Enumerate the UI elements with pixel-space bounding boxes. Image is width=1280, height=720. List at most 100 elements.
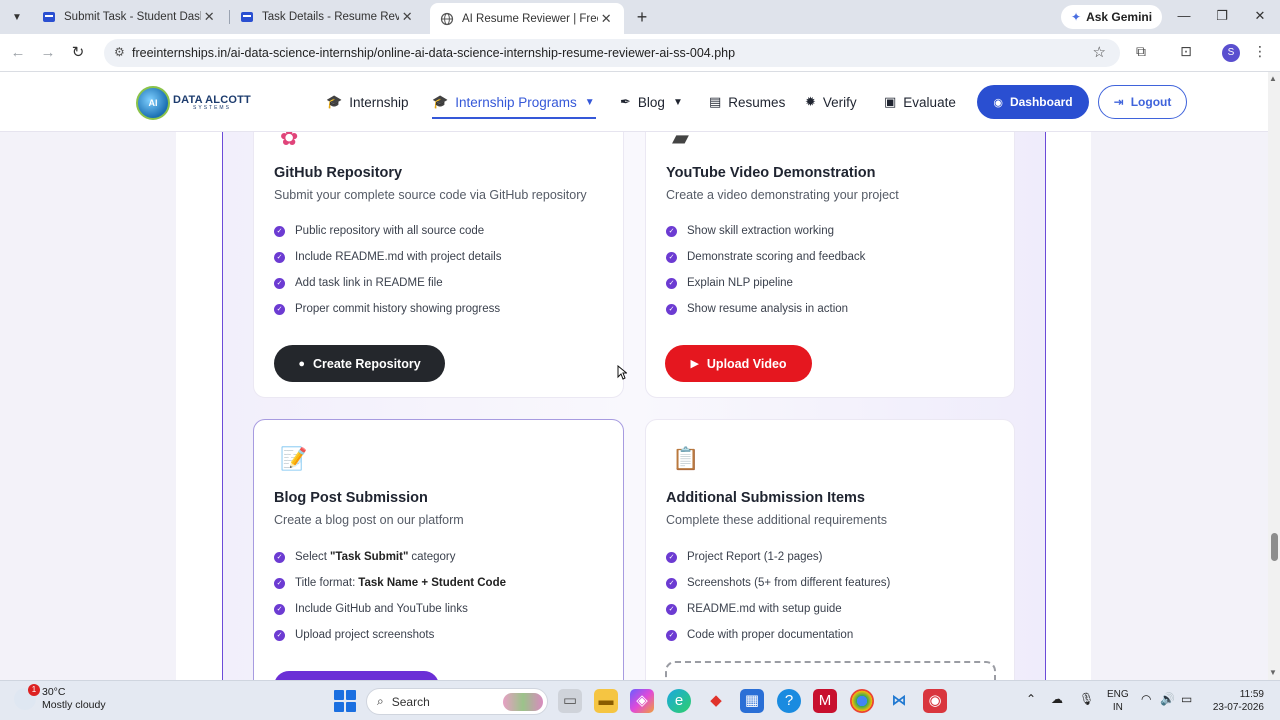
close-window-icon[interactable]: ✕ xyxy=(1250,8,1270,24)
gemini-sparkle-icon: ✦ xyxy=(1071,10,1082,24)
more-menu-icon[interactable]: ⋮ xyxy=(1250,43,1270,60)
extensions-icon[interactable]: ⧉ xyxy=(1131,43,1151,60)
list-item-text: category xyxy=(411,551,456,563)
dashboard-button[interactable]: ◉ Dashboard xyxy=(977,85,1089,119)
list-item: ✓ Project Report (1-2 pages) xyxy=(666,544,890,570)
restore-icon[interactable]: ❐ xyxy=(1212,8,1232,24)
list-item-text: Title format: xyxy=(295,577,356,589)
nav-resumes[interactable]: ▤ Resumes xyxy=(709,94,785,110)
scroll-down-arrow-icon[interactable]: ▼ xyxy=(1269,668,1277,677)
show-hidden-icons-chevron-icon[interactable]: ⌃ xyxy=(1026,692,1036,706)
battery-icon[interactable]: ▭ xyxy=(1181,692,1192,706)
list-item-text: Demonstrate scoring and feedback xyxy=(687,251,866,263)
reload-icon[interactable]: ↻ xyxy=(68,43,88,63)
requirements-list: ✓ Select "Task Submit" category ✓ Title form… xyxy=(274,544,509,648)
site-logo[interactable]: AI DATA ALCOTT SYSTEMS xyxy=(136,86,251,120)
nav-internship[interactable]: 🎓 Internship xyxy=(326,94,408,110)
list-item-text: Show resume analysis in action xyxy=(687,303,849,315)
check-circle-icon: ✓ xyxy=(274,629,285,641)
blog-post-card: 📝 Blog Post Submission Create a blog pos… xyxy=(253,419,624,680)
tab-label: AI Resume Reviewer | Free Online xyxy=(462,12,598,25)
edge-browser-icon[interactable]: e xyxy=(667,689,691,713)
page-content: ✿ GitHub Repository Submit your complete… xyxy=(0,132,1268,680)
upload-dropzone[interactable] xyxy=(665,661,996,680)
check-circle-icon: ✓ xyxy=(666,577,677,589)
card-description: Create a video demonstrating your projec… xyxy=(666,188,899,202)
scrollbar-thumb[interactable] xyxy=(1271,533,1278,561)
scroll-up-arrow-icon[interactable]: ▲ xyxy=(1269,74,1277,83)
ask-gemini-button[interactable]: ✦ Ask Gemini xyxy=(1061,5,1163,29)
page-scrollbar[interactable] xyxy=(1268,72,1280,680)
copilot-icon[interactable]: ◈ xyxy=(630,689,654,713)
minimize-icon[interactable]: — xyxy=(1174,8,1194,23)
list-item-text: Code with proper documentation xyxy=(687,629,854,641)
list-item-text: Screenshots (5+ from different features) xyxy=(687,577,891,589)
logout-button[interactable]: ⇥ Logout xyxy=(1098,85,1187,119)
upload-video-button[interactable]: ▶ Upload Video xyxy=(665,345,812,382)
nav-internship-programs[interactable]: 🎓 Internship Programs ▼ xyxy=(432,94,595,110)
nav-evaluate[interactable]: ▣ Evaluate xyxy=(884,94,956,110)
list-item-text: Select xyxy=(295,551,327,563)
list-item-text: Public repository with all source code xyxy=(295,225,485,237)
tab-submit-task[interactable]: Submit Task - Student Dashboard ✕ xyxy=(32,3,227,31)
store-icon[interactable]: ▦ xyxy=(740,689,764,713)
active-nav-underline xyxy=(432,117,596,119)
system-clock[interactable]: 11:59 23-07-2026 xyxy=(1210,688,1264,714)
list-item: ✓ README.md with setup guide xyxy=(666,596,890,622)
nav-verify-label: Verify xyxy=(822,94,857,110)
weather-widget[interactable]: 1 30°C Mostly cloudy xyxy=(14,684,106,712)
logout-button-label: Logout xyxy=(1130,95,1172,109)
taskbar-search-label: Search xyxy=(391,694,430,709)
windows-start-icon[interactable] xyxy=(334,690,356,712)
new-tab-plus-icon[interactable]: + xyxy=(632,7,652,28)
forward-arrow-icon[interactable]: → xyxy=(38,43,58,63)
screen-recorder-icon[interactable]: ◉ xyxy=(923,689,947,713)
nav-blog[interactable]: ✒ Blog ▼ xyxy=(620,94,683,110)
tab-close-icon[interactable]: ✕ xyxy=(201,9,217,25)
git-app-icon[interactable]: ◆ xyxy=(704,689,728,713)
url-text[interactable]: freeinternships.in/ai-data-science-inter… xyxy=(132,46,735,60)
volume-icon[interactable]: 🔊 xyxy=(1160,692,1175,706)
address-bar[interactable]: ⚙ freeinternships.in/ai-data-science-int… xyxy=(104,39,1120,67)
file-explorer-icon[interactable]: ▬ xyxy=(594,689,618,713)
requirements-list: ✓ Project Report (1-2 pages) ✓ Screenshots… xyxy=(666,544,890,648)
taskbar-search[interactable]: ⌕ Search xyxy=(366,688,548,715)
list-item-text: Include GitHub and YouTube links xyxy=(295,603,468,615)
onedrive-cloud-icon[interactable]: ☁ xyxy=(1051,692,1063,706)
create-repository-label: Create Repository xyxy=(312,356,421,371)
tab-close-icon[interactable]: ✕ xyxy=(598,11,614,27)
tab-close-icon[interactable]: ✕ xyxy=(399,9,415,25)
task-view-icon[interactable]: ▭ xyxy=(558,689,582,713)
tab-task-details[interactable]: Task Details - Resume Reviewer ✕ xyxy=(230,3,425,31)
tab-label: Submit Task - Student Dashboard xyxy=(64,11,201,23)
wifi-icon[interactable]: ◠ xyxy=(1141,692,1151,706)
language-indicator[interactable]: ENG IN xyxy=(1107,688,1129,714)
mouse-cursor-icon xyxy=(617,365,627,380)
nav-resumes-label: Resumes xyxy=(728,94,786,110)
profile-avatar[interactable]: S xyxy=(1222,44,1240,62)
vscode-icon[interactable]: ⋈ xyxy=(887,689,911,713)
nav-evaluate-label: Evaluate xyxy=(903,94,956,110)
check-circle-icon: ✓ xyxy=(274,551,285,563)
list-item-text: Show skill extraction working xyxy=(687,225,835,237)
microphone-icon[interactable]: 🎙 xyxy=(1079,692,1094,706)
help-icon[interactable]: ? xyxy=(777,689,801,713)
lens-icon[interactable]: ⊡ xyxy=(1176,43,1196,60)
nav-blog-label: Blog xyxy=(637,94,665,110)
youtube-play-icon: ▶ xyxy=(690,358,699,370)
create-repository-button[interactable]: ● Create Repository xyxy=(274,345,445,382)
mcafee-icon[interactable]: M xyxy=(813,689,837,713)
tab-ai-resume-reviewer[interactable]: AI Resume Reviewer | Free Online ✕ xyxy=(430,3,624,34)
nav-verify[interactable]: ✹ Verify xyxy=(805,94,857,110)
check-circle-icon: ✓ xyxy=(666,303,677,315)
tab-search-chevron-icon[interactable]: ▼ xyxy=(6,6,28,28)
dashboard-gauge-icon: ◉ xyxy=(993,96,1003,109)
chrome-icon[interactable] xyxy=(850,689,874,713)
blog-submit-button[interactable] xyxy=(274,671,439,680)
list-item: ✓ Public repository with all source code xyxy=(274,218,501,244)
site-info-icon[interactable]: ⚙ xyxy=(114,45,125,59)
bookmark-star-icon[interactable]: ☆ xyxy=(1093,43,1106,61)
list-item: ✓ Include README.md with project details xyxy=(274,244,501,270)
back-arrow-icon[interactable]: ← xyxy=(8,43,28,63)
windows-taskbar: 1 30°C Mostly cloudy ⌕ Search ▭ ▬ ◈ e ◆ … xyxy=(0,680,1280,720)
